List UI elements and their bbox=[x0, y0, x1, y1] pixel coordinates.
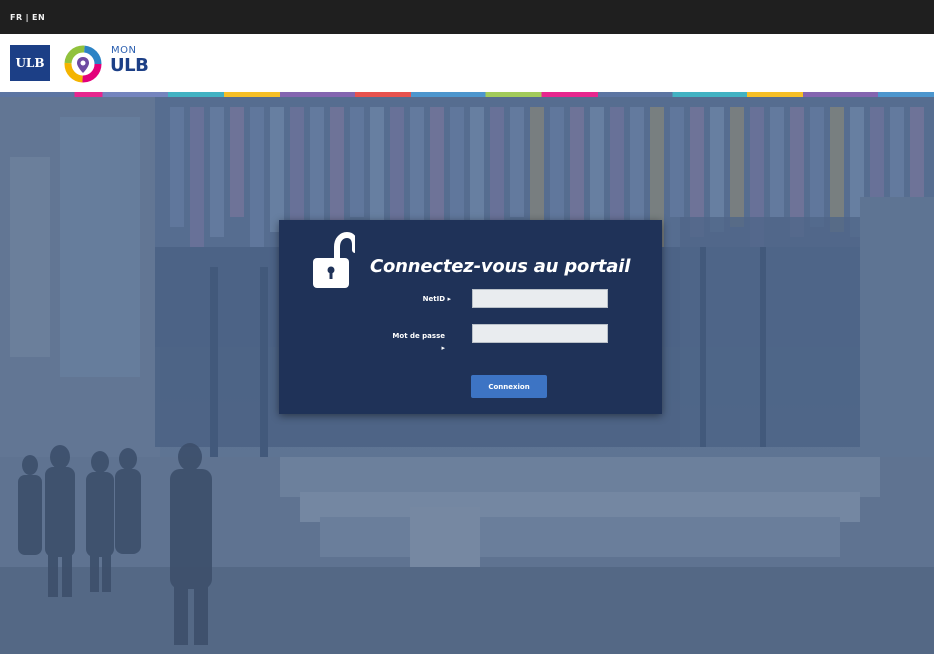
login-page: FR | EN ULB MON ULB Connectez-vous au po… bbox=[0, 0, 934, 654]
login-panel: Connectez-vous au portail NetID ▸ Mot de… bbox=[279, 220, 662, 414]
netid-input[interactable] bbox=[472, 289, 608, 308]
monulb-wordmark-ulb: ULB bbox=[110, 55, 149, 76]
netid-label-text: NetID bbox=[422, 295, 446, 303]
login-title: Connectez-vous au portail bbox=[370, 256, 631, 277]
netid-label: NetID ▸ bbox=[379, 293, 451, 305]
netid-label-suffix: ▸ bbox=[445, 295, 451, 303]
language-fr-link[interactable]: FR bbox=[10, 13, 23, 22]
password-label-suffix: ▸ bbox=[441, 344, 445, 352]
login-submit-button[interactable]: Connexion bbox=[471, 375, 547, 398]
ulb-logo[interactable]: ULB bbox=[10, 45, 50, 81]
language-en-link[interactable]: EN bbox=[32, 13, 45, 22]
password-input[interactable] bbox=[472, 324, 608, 343]
language-separator: | bbox=[25, 12, 30, 22]
ulb-logo-text: ULB bbox=[15, 56, 45, 70]
unlocked-padlock-icon bbox=[313, 232, 355, 288]
password-label: Mot de passe ▸ bbox=[373, 330, 445, 354]
password-label-text: Mot de passe bbox=[392, 332, 445, 340]
language-bar: FR | EN bbox=[0, 0, 934, 34]
